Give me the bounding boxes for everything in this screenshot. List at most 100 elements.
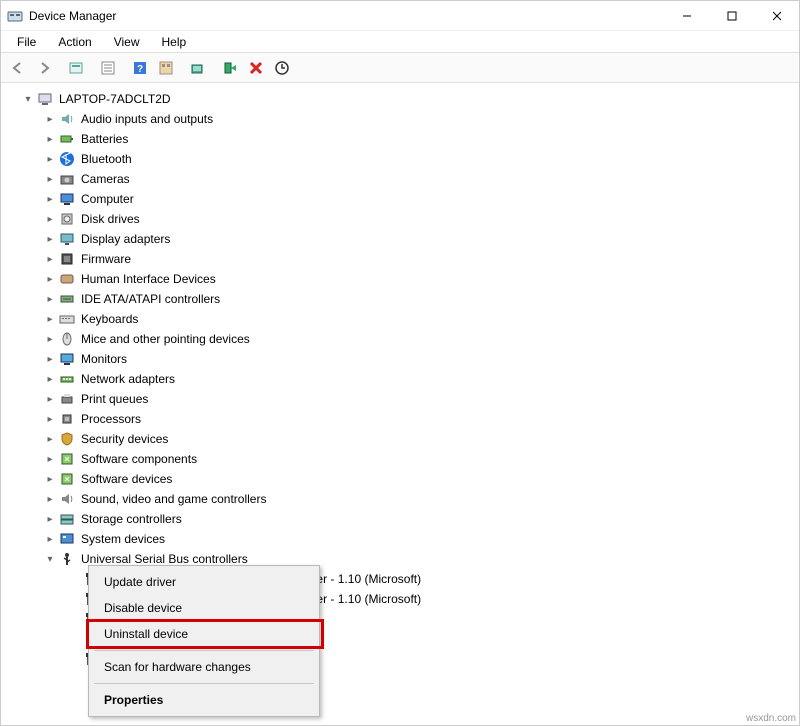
chevron-icon[interactable]: ▸: [43, 192, 57, 206]
chevron-icon[interactable]: ▸: [43, 252, 57, 266]
tree-category[interactable]: ▸ Mice and other pointing devices: [3, 329, 797, 349]
chevron-icon[interactable]: ▸: [43, 212, 57, 226]
category-label: Cameras: [79, 171, 132, 187]
tree-category[interactable]: ▸Print queues: [3, 389, 797, 409]
ctx-update-driver[interactable]: Update driver: [92, 569, 316, 595]
ctx-properties[interactable]: Properties: [92, 687, 316, 713]
toolbar: ?: [1, 53, 799, 83]
tree-category[interactable]: ▸Monitors: [3, 349, 797, 369]
tree-category[interactable]: ▸Human Interface Devices: [3, 269, 797, 289]
disk-icon: [59, 211, 75, 227]
properties-button[interactable]: [95, 56, 121, 80]
menu-view[interactable]: View: [104, 33, 150, 51]
minimize-button[interactable]: [664, 1, 709, 31]
chevron-icon[interactable]: ▸: [43, 472, 57, 486]
close-button[interactable]: [754, 1, 799, 31]
uninstall-device-button[interactable]: [243, 56, 269, 80]
category-label: System devices: [79, 531, 167, 547]
scan-hardware-button[interactable]: [185, 56, 211, 80]
spacer: [65, 632, 79, 646]
tree-category[interactable]: ▸Software devices: [3, 469, 797, 489]
sound-icon: [59, 491, 75, 507]
category-label: Computer: [79, 191, 136, 207]
show-hidden-button[interactable]: [63, 56, 89, 80]
security-icon: [59, 431, 75, 447]
back-button[interactable]: [5, 56, 31, 80]
tree-category[interactable]: ▸Bluetooth: [3, 149, 797, 169]
tree-category[interactable]: ▸Network adapters: [3, 369, 797, 389]
category-label: Storage controllers: [79, 511, 184, 527]
tree-category[interactable]: ▸Security devices: [3, 429, 797, 449]
ctx-uninstall-device[interactable]: Uninstall device: [92, 621, 316, 647]
category-label: Display adapters: [79, 231, 172, 247]
category-label: Processors: [79, 411, 143, 427]
audio-icon: [59, 111, 75, 127]
chevron-icon[interactable]: ▸: [43, 452, 57, 466]
tree-category[interactable]: ▸Audio inputs and outputs: [3, 109, 797, 129]
menu-help[interactable]: Help: [152, 33, 197, 51]
menu-action[interactable]: Action: [48, 33, 101, 51]
maximize-button[interactable]: [709, 1, 754, 31]
cpu-icon: [59, 411, 75, 427]
chevron-icon[interactable]: ▸: [43, 412, 57, 426]
chevron-icon[interactable]: ▸: [43, 272, 57, 286]
category-label: Software components: [79, 451, 199, 467]
chevron-icon[interactable]: ▸: [43, 152, 57, 166]
chevron-icon[interactable]: ▸: [43, 492, 57, 506]
chevron-icon[interactable]: ▸: [43, 332, 57, 346]
chevron-icon[interactable]: ▸: [43, 292, 57, 306]
chevron-icon[interactable]: ▸: [43, 112, 57, 126]
menu-file[interactable]: File: [7, 33, 46, 51]
chevron-icon[interactable]: ▸: [43, 172, 57, 186]
monitor-icon: [59, 351, 75, 367]
chevron-icon[interactable]: ▸: [43, 512, 57, 526]
chevron-icon[interactable]: ▸: [43, 312, 57, 326]
chevron-icon[interactable]: ▸: [43, 232, 57, 246]
tree-category[interactable]: ▸ Processors: [3, 409, 797, 429]
titlebar: Device Manager: [1, 1, 799, 31]
svg-text:?: ?: [137, 64, 143, 75]
tree-category[interactable]: ▸IDE ATA/ATAPI controllers: [3, 289, 797, 309]
chevron-down-icon[interactable]: ▾: [21, 92, 35, 106]
chevron-icon[interactable]: ▸: [43, 392, 57, 406]
ctx-disable-device[interactable]: Disable device: [92, 595, 316, 621]
software-icon: [59, 451, 75, 467]
forward-button[interactable]: [31, 56, 57, 80]
chevron-icon[interactable]: ▸: [43, 352, 57, 366]
camera-icon: [59, 171, 75, 187]
ctx-scan-hardware[interactable]: Scan for hardware changes: [92, 654, 316, 680]
spacer: [65, 592, 79, 606]
category-label: Mice and other pointing devices: [79, 331, 252, 347]
tree-category[interactable]: ▸ Keyboards: [3, 309, 797, 329]
firmware-icon: [59, 251, 75, 267]
keyboard-icon: [59, 311, 75, 327]
chevron-icon[interactable]: ▸: [43, 432, 57, 446]
chevron-icon[interactable]: ▸: [43, 532, 57, 546]
mouse-icon: [59, 331, 75, 347]
tree-category[interactable]: ▸Sound, video and game controllers: [3, 489, 797, 509]
enable-device-button[interactable]: [217, 56, 243, 80]
help-button[interactable]: ?: [127, 56, 153, 80]
spacer: [65, 612, 79, 626]
tree-category[interactable]: ▸ Cameras: [3, 169, 797, 189]
update-driver-button[interactable]: [269, 56, 295, 80]
tree-root[interactable]: ▾ LAPTOP-7ADCLT2D: [3, 89, 797, 109]
view-button[interactable]: [153, 56, 179, 80]
chevron-icon[interactable]: ▾: [43, 552, 57, 566]
display-icon: [59, 231, 75, 247]
tree-category[interactable]: ▸ Storage controllers: [3, 509, 797, 529]
tree-category[interactable]: ▸Disk drives: [3, 209, 797, 229]
window-title: Device Manager: [29, 9, 664, 23]
tree-category[interactable]: ▸Batteries: [3, 129, 797, 149]
tree-category[interactable]: ▸ Software components: [3, 449, 797, 469]
tree-category[interactable]: ▸Firmware: [3, 249, 797, 269]
tree-category[interactable]: ▸ System devices: [3, 529, 797, 549]
tree-category[interactable]: ▸ Display adapters: [3, 229, 797, 249]
menubar: File Action View Help: [1, 31, 799, 53]
chevron-icon[interactable]: ▸: [43, 372, 57, 386]
tree-category[interactable]: ▸ Computer: [3, 189, 797, 209]
chevron-icon[interactable]: ▸: [43, 132, 57, 146]
battery-icon: [59, 131, 75, 147]
category-label: Keyboards: [79, 311, 140, 327]
app-icon: [7, 8, 23, 24]
